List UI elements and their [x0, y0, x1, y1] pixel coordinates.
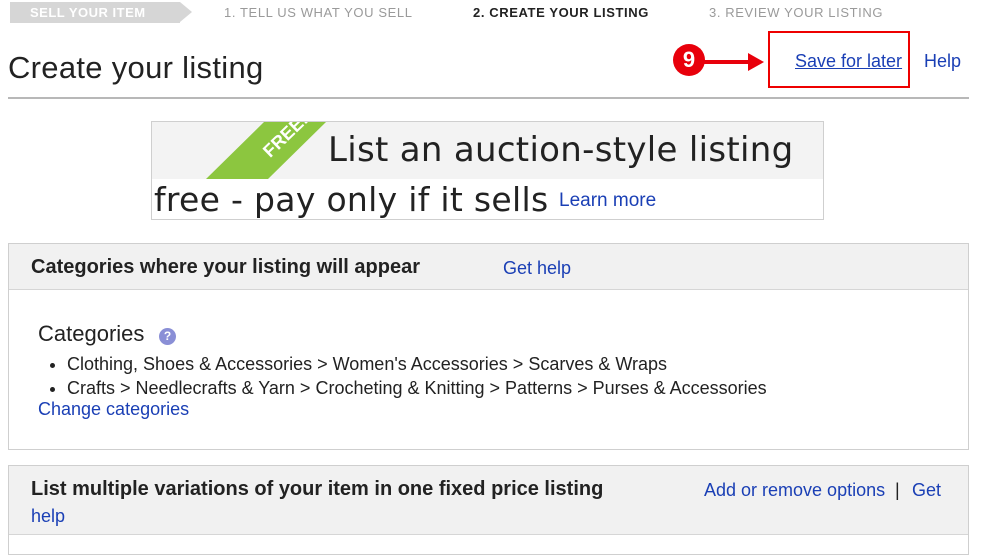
variations-panel-header: List multiple variations of your item in… — [9, 466, 968, 535]
variations-get-help-link-part1[interactable]: Get — [912, 480, 941, 501]
categories-panel-header: Categories where your listing will appea… — [9, 244, 968, 290]
category-list: Clothing, Shoes & Accessories > Women's … — [47, 352, 767, 400]
sell-your-item-tag: SELL YOUR ITEM — [10, 2, 192, 23]
variations-panel-title: List multiple variations of your item in… — [31, 478, 604, 500]
learn-more-link[interactable]: Learn more — [559, 190, 656, 212]
question-help-icon[interactable]: ? — [159, 328, 176, 345]
help-link[interactable]: Help — [924, 51, 961, 72]
free-ribbon-icon: FREE! — [206, 122, 326, 179]
add-remove-options-link[interactable]: Add or remove options — [704, 480, 885, 501]
categories-panel-title: Categories where your listing will appea… — [31, 256, 420, 278]
categories-label: Categories — [38, 321, 145, 346]
promo-subline: free - pay only if it sells — [154, 180, 549, 219]
step-create-listing: 2. CREATE YOUR LISTING — [473, 5, 649, 20]
category-item: Clothing, Shoes & Accessories > Women's … — [67, 352, 767, 376]
page-title: Create your listing — [8, 50, 264, 85]
step-review-listing: 3. REVIEW YOUR LISTING — [709, 5, 884, 20]
step-tell-us: 1. TELL US WHAT YOU SELL — [224, 5, 413, 20]
promo-headline: List an auction-style listing — [328, 130, 794, 170]
title-divider — [8, 97, 969, 99]
category-item: Crafts > Needlecrafts & Yarn > Crochetin… — [67, 376, 767, 400]
callout-arrow-icon — [702, 53, 764, 71]
promo-banner: FREE! List an auction-style listing free… — [151, 121, 824, 220]
change-categories-link[interactable]: Change categories — [38, 399, 189, 420]
categories-panel: Categories where your listing will appea… — [8, 243, 969, 450]
callout-number-badge: 9 — [673, 44, 705, 76]
link-separator: | — [895, 480, 900, 500]
save-for-later-link[interactable]: Save for later — [795, 51, 902, 72]
progress-steps: SELL YOUR ITEM 1. TELL US WHAT YOU SELL … — [0, 0, 984, 26]
categories-get-help-link[interactable]: Get help — [503, 258, 571, 279]
variations-panel: List multiple variations of your item in… — [8, 465, 969, 555]
variations-get-help-link-part2[interactable]: help — [31, 506, 65, 527]
